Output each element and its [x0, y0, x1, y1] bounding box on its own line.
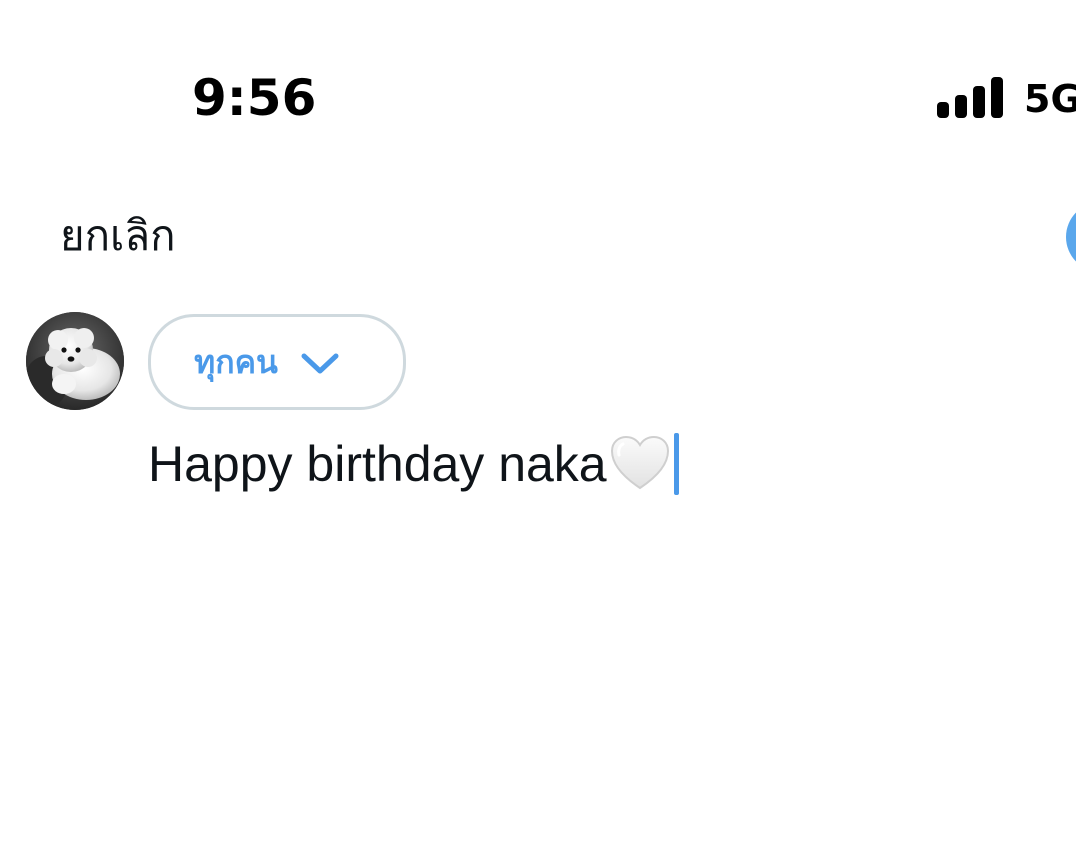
text-cursor: [673, 433, 679, 495]
avatar[interactable]: [26, 312, 124, 410]
compose-post-screen: 9:56 5G ยกเลิก ทุกคน Happy birthday naka: [0, 0, 1076, 844]
audience-selector[interactable]: ทุกคน: [148, 314, 406, 410]
network-type-label: 5G: [1024, 77, 1076, 121]
audience-label: ทุกคน: [194, 343, 278, 381]
cancel-button[interactable]: ยกเลิก: [60, 208, 176, 264]
poodle-avatar-image: [26, 312, 124, 410]
post-text-input[interactable]: Happy birthday naka: [148, 432, 679, 496]
post-button[interactable]: [1066, 202, 1076, 272]
chevron-down-icon: [301, 353, 339, 374]
white-heart-icon: [610, 435, 669, 490]
status-time: 9:56: [192, 69, 317, 127]
post-text: Happy birthday naka: [148, 436, 607, 492]
signal-bars-icon: [937, 77, 1003, 118]
